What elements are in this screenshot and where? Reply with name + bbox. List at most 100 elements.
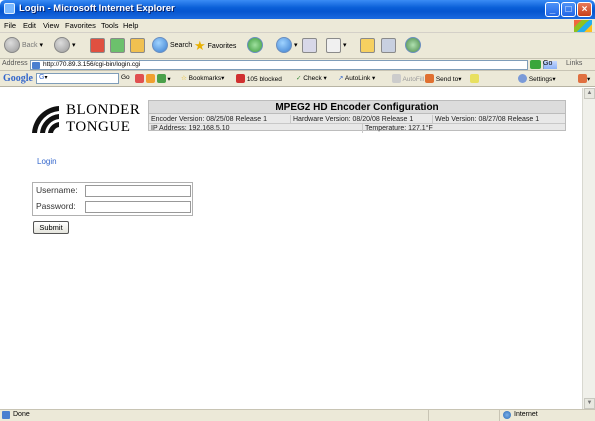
blocked-icon: [236, 74, 245, 83]
status-text: Done: [13, 411, 30, 418]
media-icon: [247, 37, 263, 54]
refresh-icon: [110, 37, 125, 53]
sendto-button[interactable]: Send to▾: [425, 74, 462, 83]
highlighter-icon: [470, 74, 479, 83]
google-logo: Google: [3, 73, 33, 84]
autolink-icon: ↗: [338, 75, 344, 82]
sendto-icon: [425, 74, 434, 83]
menu-edit[interactable]: Edit: [23, 21, 36, 30]
maximize-button[interactable]: □: [561, 2, 576, 17]
address-label: Address: [2, 60, 28, 67]
back-arrow-icon: [4, 37, 20, 54]
check-button[interactable]: ✓ Check ▾: [296, 74, 327, 82]
favorites-button[interactable]: ★ Favorites: [194, 37, 236, 55]
close-button[interactable]: ×: [577, 2, 592, 17]
brand-line-1: BLONDER: [66, 102, 141, 118]
google-search-input[interactable]: G▾: [36, 73, 119, 84]
print-button[interactable]: [302, 37, 317, 55]
extra-tools-button[interactable]: ▾: [578, 74, 590, 83]
status-row: IP Address: 192.168.5.10 Temperature: 12…: [149, 124, 565, 133]
login-heading: Login: [37, 157, 57, 166]
standard-toolbar: Back ▾ ▾ Search ★ Favorites ▾ ▾: [0, 33, 595, 59]
brand-line-2: TONGUE: [66, 119, 131, 135]
history-button[interactable]: ▾: [276, 37, 297, 55]
edit-icon: [326, 37, 341, 53]
menu-bar: File Edit View Favorites Tools Help: [0, 19, 595, 33]
menu-favorites[interactable]: Favorites: [65, 21, 96, 30]
logo-mark-icon: [32, 106, 59, 133]
folder-icon: [360, 37, 375, 53]
address-url: http://70.89.3.156/cgi-bin/login.cgi: [43, 61, 141, 68]
ie-app-icon: [4, 3, 15, 14]
login-form: Username: Password:: [32, 182, 193, 216]
menu-view[interactable]: View: [43, 21, 59, 30]
window-title: Login - Microsoft Internet Explorer: [19, 3, 175, 14]
page-content: BLONDER TONGUE MPEG2 HD Encoder Configur…: [0, 88, 582, 409]
temperature: Temperature: 127.1°F: [365, 125, 433, 132]
research-icon: [381, 37, 396, 53]
password-input[interactable]: [85, 201, 191, 213]
star-icon: ★: [194, 38, 206, 53]
page-icon: [32, 62, 40, 69]
scroll-up-icon[interactable]: ▲: [584, 88, 595, 99]
minimize-button[interactable]: _: [545, 2, 560, 17]
page-title: MPEG2 HD Encoder Configuration: [149, 101, 565, 114]
home-icon: [130, 37, 145, 53]
stop-button[interactable]: [90, 37, 105, 55]
menu-tools[interactable]: Tools: [101, 21, 119, 30]
pagerank-icon: [135, 74, 144, 83]
print-icon: [302, 37, 317, 53]
messenger-button[interactable]: [405, 37, 421, 55]
search-icon: [152, 37, 168, 54]
forward-button[interactable]: ▾: [54, 37, 75, 55]
menu-file[interactable]: File: [4, 21, 16, 30]
autolink-button[interactable]: ↗ AutoLink ▾: [338, 74, 375, 82]
globe-icon: [503, 411, 511, 419]
status-bar: Done Internet: [0, 409, 595, 421]
go-arrow-icon[interactable]: [530, 60, 541, 69]
media-button[interactable]: [247, 37, 263, 55]
home-button[interactable]: [130, 37, 145, 55]
go-button[interactable]: Go: [543, 60, 552, 67]
search-button[interactable]: Search: [152, 37, 192, 55]
autofill-button[interactable]: AutoFill: [392, 74, 424, 83]
web-version: Web Version: 08/27/08 Release 1: [435, 116, 540, 123]
settings-icon: [518, 74, 527, 83]
submit-button[interactable]: Submit: [33, 221, 69, 234]
edit-button[interactable]: ▾: [326, 37, 346, 55]
window-title-bar[interactable]: Login - Microsoft Internet Explorer _ □ …: [0, 0, 595, 19]
bookmarks-menu[interactable]: ☆ Bookmarks▾: [181, 74, 224, 82]
messenger-icon: [405, 37, 421, 54]
hardware-version: Hardware Version: 08/20/08 Release 1: [291, 115, 433, 124]
stop-icon: [90, 37, 105, 53]
check-icon: ✓: [296, 75, 302, 82]
menu-help[interactable]: Help: [123, 21, 138, 30]
folder-button[interactable]: [360, 37, 375, 55]
google-toolbar: Google G▾ Go ▾ ☆ Bookmarks▾ 105 blocked …: [0, 71, 595, 87]
encoder-version: Encoder Version: 08/25/08 Release 1: [149, 115, 291, 124]
star-icon: ☆: [181, 75, 187, 82]
back-button[interactable]: Back ▾: [4, 37, 43, 55]
address-bar: Address http://70.89.3.156/cgi-bin/login…: [0, 59, 595, 71]
scroll-down-icon[interactable]: ▼: [584, 398, 595, 409]
google-tool-icons[interactable]: ▾: [135, 74, 171, 83]
tools-icon: [578, 74, 587, 83]
links-button[interactable]: Links: [566, 60, 582, 67]
ip-address: IP Address: 192.168.5.10: [149, 124, 363, 133]
highlight-button[interactable]: [470, 74, 479, 83]
news-icon: [145, 74, 155, 83]
settings-button[interactable]: Settings▾: [518, 74, 556, 83]
version-row: Encoder Version: 08/25/08 Release 1 Hard…: [149, 115, 565, 124]
autofill-icon: [392, 74, 401, 83]
vertical-scrollbar[interactable]: ▲ ▼: [582, 88, 595, 409]
windows-logo-icon: [574, 20, 592, 32]
spell-icon: [156, 74, 166, 83]
address-input[interactable]: http://70.89.3.156/cgi-bin/login.cgi: [30, 60, 557, 70]
google-go-button[interactable]: Go: [121, 74, 130, 81]
username-label: Username:: [36, 185, 78, 195]
device-info-header: MPEG2 HD Encoder Configuration Encoder V…: [148, 100, 566, 133]
popup-blocked-button[interactable]: 105 blocked: [236, 74, 282, 83]
refresh-button[interactable]: [110, 37, 125, 55]
username-input[interactable]: [85, 185, 191, 197]
research-button[interactable]: [381, 37, 396, 55]
